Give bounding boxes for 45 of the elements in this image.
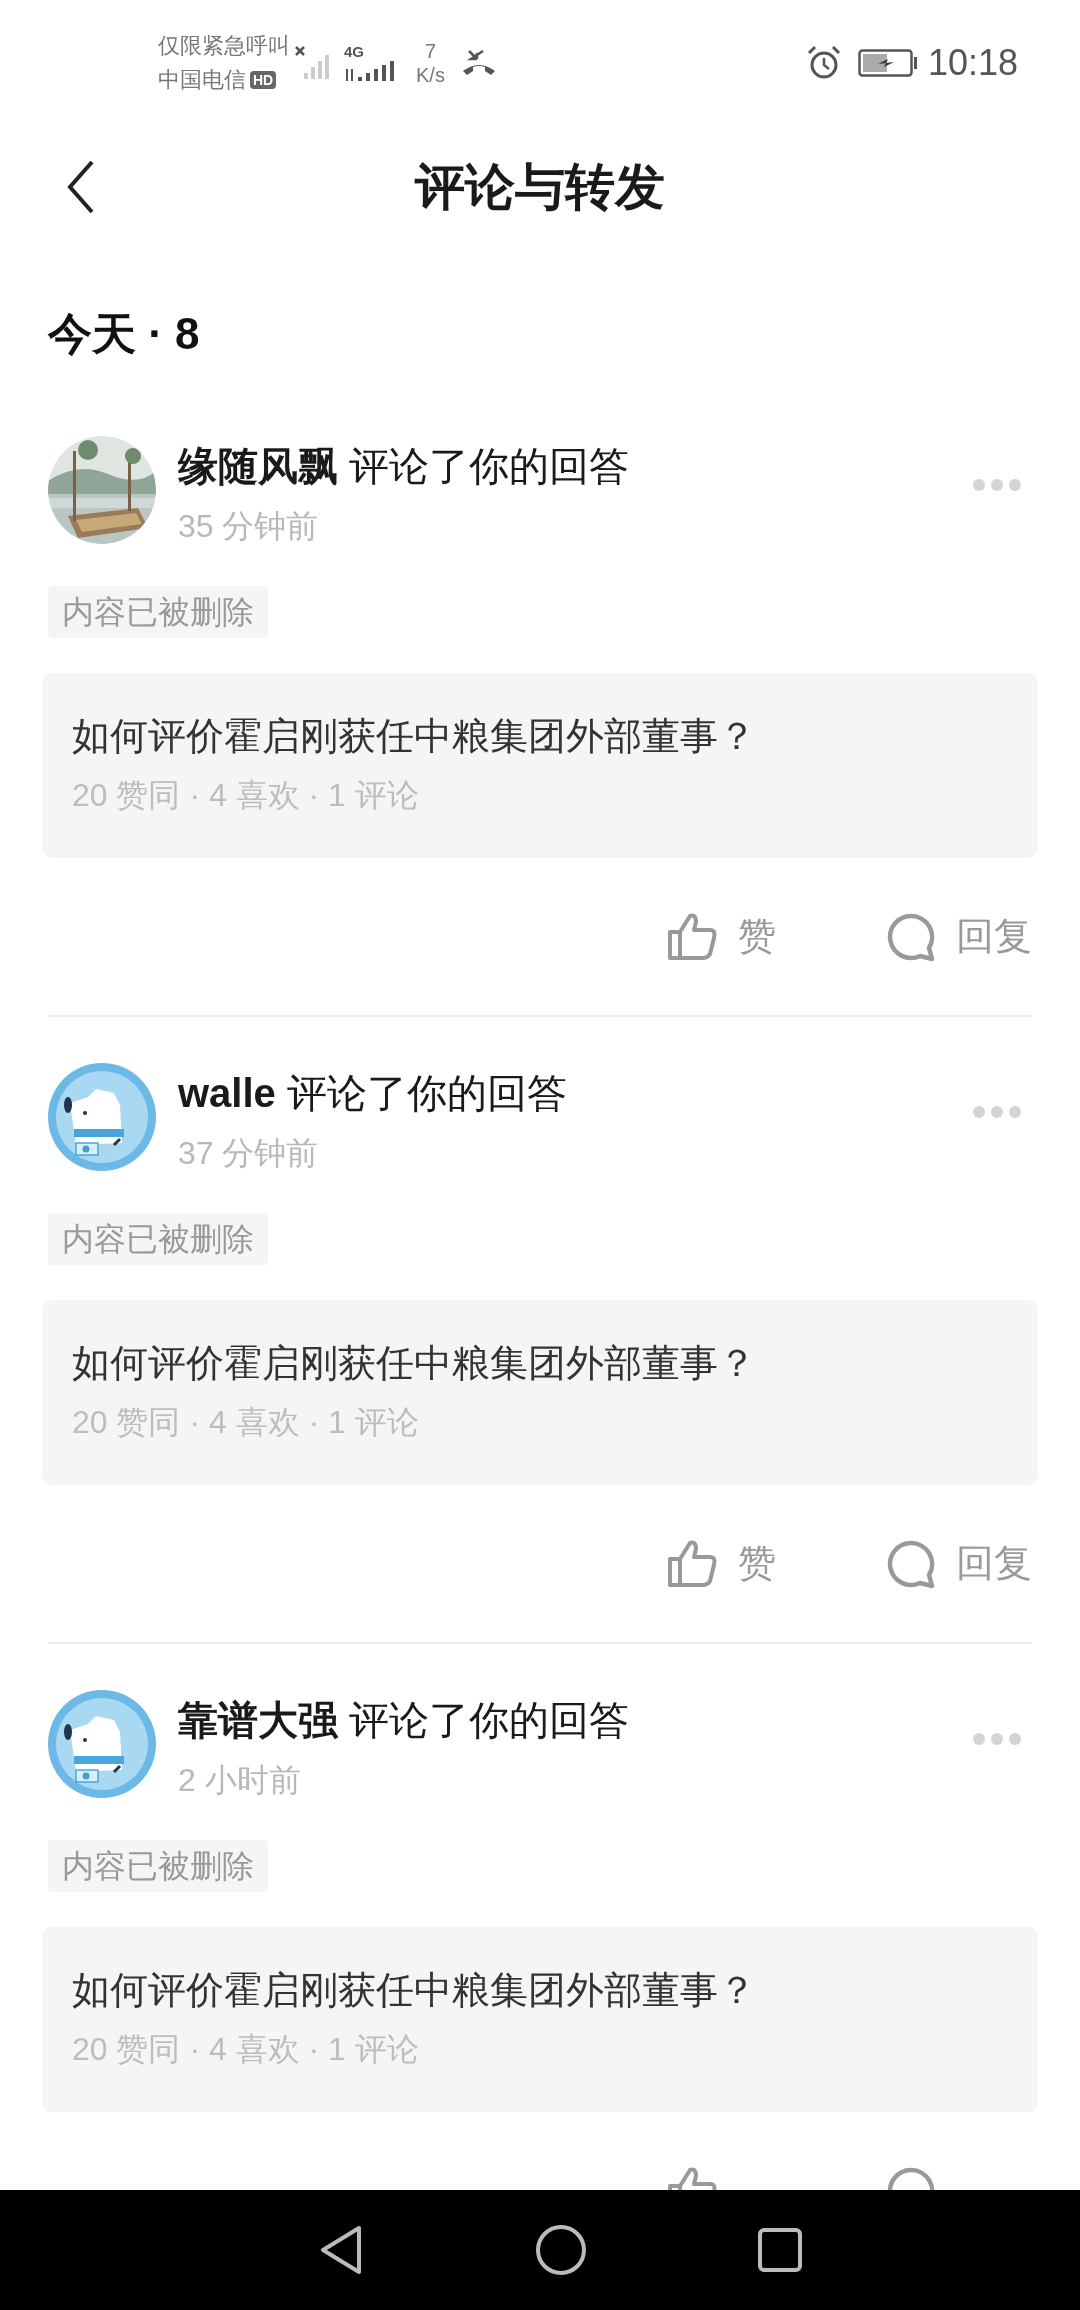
home-nav-icon[interactable]: [535, 2224, 587, 2276]
signal-icon: [344, 60, 396, 83]
question-title: 如何评价霍启刚获任中粮集团外部董事？: [72, 714, 757, 759]
network-type: 4G: [344, 42, 365, 61]
section-title: 今天 · 8: [48, 308, 201, 360]
notification-time: 2 小时前: [178, 1761, 302, 1800]
more-icon[interactable]: [972, 1105, 1022, 1119]
speech-bubble-icon: [886, 1538, 936, 1589]
question-stats: 20 赞同 · 4 喜欢 · 1 评论: [72, 776, 420, 815]
speed-unit: K/s: [416, 62, 445, 87]
more-icon[interactable]: [972, 478, 1022, 492]
carrier-name: 中国电信: [158, 65, 246, 94]
question-card[interactable]: 如何评价霍启刚获任中粮集团外部董事？ 20 赞同 · 4 喜欢 · 1 评论: [42, 673, 1038, 858]
speech-bubble-icon: [886, 911, 936, 962]
more-icon[interactable]: [972, 1732, 1022, 1746]
page-title: 评论与转发: [415, 158, 665, 217]
notification-time: 37 分钟前: [178, 1134, 320, 1173]
thumbs-up-icon: [666, 911, 718, 962]
battery-icon: [857, 48, 918, 77]
reply-button[interactable]: 回复: [886, 1535, 1032, 1592]
like-button[interactable]: 赞: [666, 908, 776, 965]
deleted-tag: 内容已被删除: [48, 1213, 268, 1265]
hd-badge: HD: [250, 70, 277, 89]
recents-nav-icon[interactable]: [757, 2227, 803, 2273]
deleted-tag: 内容已被删除: [48, 586, 268, 638]
speed-value: 7: [424, 38, 436, 63]
like-button[interactable]: 赞: [666, 1535, 776, 1592]
thumbs-up-icon: [666, 1538, 718, 1589]
avatar-icon: [48, 1063, 156, 1171]
avatar-icon: [48, 1690, 156, 1798]
notification-time: 35 分钟前: [178, 507, 320, 546]
question-stats: 20 赞同 · 4 喜欢 · 1 评论: [72, 1403, 420, 1442]
notification-text: 靠谱大强 评论了你的回答: [178, 1697, 631, 1744]
alarm-icon: [805, 44, 842, 81]
notification-text: walle 评论了你的回答: [178, 1070, 568, 1117]
deleted-tag: 内容已被删除: [48, 1840, 268, 1892]
question-card[interactable]: 如何评价霍启刚获任中粮集团外部董事？ 20 赞同 · 4 喜欢 · 1 评论: [42, 1300, 1038, 1485]
question-title: 如何评价霍启刚获任中粮集团外部董事？: [72, 1341, 757, 1386]
question-card[interactable]: 如何评价霍启刚获任中粮集团外部董事？ 20 赞同 · 4 喜欢 · 1 评论: [42, 1927, 1038, 2112]
clock-time: 10:18: [927, 40, 1018, 85]
notification-text: 缘随风飘 评论了你的回答: [178, 443, 631, 490]
question-stats: 20 赞同 · 4 喜欢 · 1 评论: [72, 2030, 420, 2069]
reply-button[interactable]: 回复: [886, 908, 1032, 965]
carrier-note: 仅限紧急呼叫: [158, 31, 290, 60]
question-title: 如何评价霍启刚获任中粮集团外部董事？: [72, 1968, 757, 2013]
